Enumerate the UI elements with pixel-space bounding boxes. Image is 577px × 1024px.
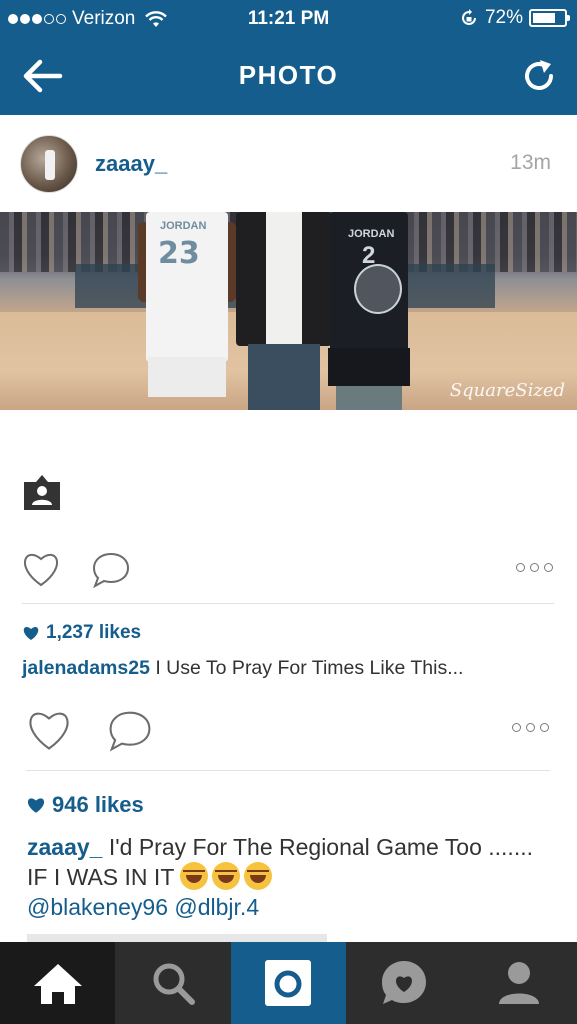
more-options-icon[interactable] — [516, 563, 553, 572]
jersey-name-right: JORDAN — [348, 228, 395, 240]
comment-username-2[interactable]: zaaay_ — [27, 834, 102, 860]
status-bar: Verizon 11:21 PM 72% — [0, 0, 577, 38]
likes-count: 1,237 likes — [22, 622, 141, 644]
battery-percent: 72% — [484, 7, 523, 28]
more-options-icon-2[interactable] — [512, 723, 549, 732]
comment-bubble-icon-2[interactable] — [106, 708, 154, 754]
camera-icon — [265, 960, 312, 1006]
refresh-icon[interactable] — [519, 56, 559, 96]
rotation-lock-icon — [462, 9, 476, 25]
likes-text-2: 946 likes — [52, 792, 144, 817]
page-title: PHOTO — [238, 60, 339, 90]
jersey-name-left: JORDAN — [160, 220, 207, 232]
tab-camera[interactable] — [230, 942, 347, 1024]
post-actions — [0, 542, 577, 598]
divider — [22, 603, 554, 604]
post-username[interactable]: zaaay_ — [95, 151, 167, 177]
likes-text: 1,237 likes — [46, 622, 142, 643]
post-actions-2 — [0, 700, 577, 756]
heart-bubble-icon — [381, 961, 426, 1004]
tagged-people-icon[interactable] — [22, 472, 62, 512]
trophy — [354, 264, 402, 314]
photo-player-left: JORDAN 23 — [138, 212, 236, 410]
divider-2 — [26, 770, 550, 771]
tab-home[interactable] — [0, 942, 116, 1024]
home-icon — [33, 964, 82, 1004]
mention-link[interactable]: @blakeney96 — [27, 894, 168, 920]
comment-text: I Use To Pray For Times Like This... — [155, 657, 464, 679]
search-icon — [153, 963, 196, 1005]
photo-presenter — [236, 212, 332, 410]
jersey-number-left: 23 — [158, 236, 200, 271]
nav-bar: PHOTO — [0, 38, 577, 115]
battery-icon — [529, 9, 570, 27]
photo-player-right: JORDAN 2 — [320, 212, 416, 410]
comment-username[interactable]: jalenadams25 — [22, 657, 150, 679]
post-timestamp: 13m — [510, 151, 551, 174]
comment-bubble-icon[interactable] — [90, 550, 132, 590]
cut-off-comment — [27, 934, 327, 942]
battery-area: 72% — [459, 7, 570, 29]
comment-text-2: I'd Pray For The Regional Game Too .....… — [27, 834, 533, 890]
comment-2: zaaay_ I'd Pray For The Regional Game To… — [27, 832, 547, 922]
comment: jalenadams25 I Use To Pray For Times Lik… — [22, 657, 562, 680]
tab-activity[interactable] — [346, 942, 461, 1024]
avatar[interactable] — [20, 135, 78, 193]
tab-profile[interactable] — [462, 942, 577, 1024]
likes-count-2: 946 likes — [26, 792, 144, 818]
heart-icon — [23, 627, 39, 640]
like-heart-icon-2[interactable] — [24, 708, 74, 752]
battery-fill — [533, 13, 555, 23]
like-heart-icon[interactable] — [20, 550, 62, 588]
post-header: zaaay_ 13m — [0, 115, 577, 213]
laughing-emoji-icons — [180, 862, 276, 890]
heart-icon-2 — [27, 798, 45, 813]
tab-search[interactable] — [115, 942, 230, 1024]
photo-watermark: SquareSized — [449, 380, 565, 401]
profile-icon — [499, 962, 540, 1004]
tab-bar — [0, 942, 577, 1024]
mention-link-2[interactable]: @dlbjr.4 — [174, 894, 259, 920]
post-photo[interactable]: JORDAN 23 JORDAN 2 SquareSized — [0, 212, 577, 410]
